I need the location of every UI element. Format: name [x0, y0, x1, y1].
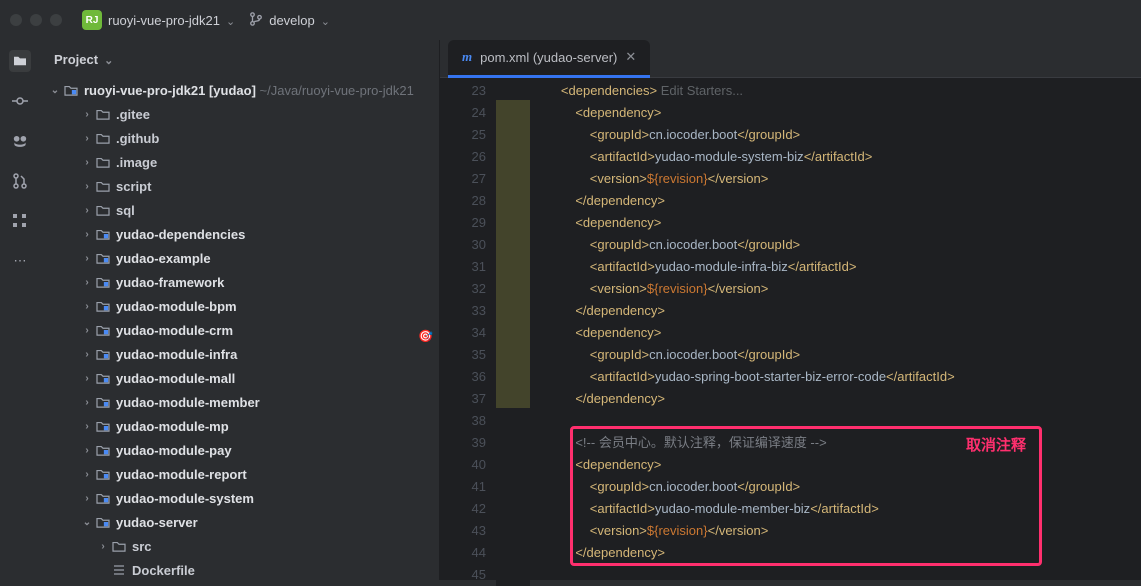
change-stripe [496, 78, 530, 586]
close-icon[interactable]: ✕ [625, 49, 636, 65]
tree-item-yudao-module-bpm[interactable]: ›yudao-module-bpm [40, 294, 439, 318]
tab-label: pom.xml (yudao-server) [480, 50, 617, 65]
pr-tool-icon[interactable] [9, 170, 31, 192]
project-panel-header[interactable]: Project [40, 40, 439, 78]
tree-item-.gitee[interactable]: ›.gitee [40, 102, 439, 126]
tree-item-sql[interactable]: ›sql [40, 198, 439, 222]
branch-icon [249, 12, 263, 29]
branch-name: develop [269, 13, 315, 28]
editor-tab-bar: m pom.xml (yudao-server) ✕ [440, 40, 1141, 78]
close-dot[interactable] [10, 14, 22, 26]
tool-strip: ⋯ [0, 40, 40, 580]
code-area[interactable]: 2324252627282930313233🎯34353637383940414… [440, 78, 1141, 586]
tree-item-script[interactable]: ›script [40, 174, 439, 198]
line-gutter: 2324252627282930313233🎯34353637383940414… [440, 78, 496, 586]
tree-item-yudao-module-system[interactable]: ›yudao-module-system [40, 486, 439, 510]
tree-item-yudao-framework[interactable]: ›yudao-framework [40, 270, 439, 294]
tree-item-yudao-module-mp[interactable]: ›yudao-module-mp [40, 414, 439, 438]
tree-item-src[interactable]: ›src [40, 534, 439, 558]
structure-tool-icon[interactable] [9, 210, 31, 232]
chevron-down-icon [226, 13, 235, 28]
chevron-down-icon [104, 52, 113, 67]
editor-tab[interactable]: m pom.xml (yudao-server) ✕ [448, 40, 650, 78]
tree-item-yudao-module-pay[interactable]: ›yudao-module-pay [40, 438, 439, 462]
title-bar: RJ ruoyi-vue-pro-jdk21 develop [0, 0, 1141, 40]
tree-item-yudao-module-infra[interactable]: ›yudao-module-infra [40, 342, 439, 366]
max-dot[interactable] [50, 14, 62, 26]
tree-item-yudao-module-member[interactable]: ›yudao-module-member [40, 390, 439, 414]
chevron-down-icon [321, 13, 330, 28]
tree-item-yudao-module-crm[interactable]: ›yudao-module-crm [40, 318, 439, 342]
project-tree[interactable]: ⌄ ruoyi-vue-pro-jdk21 [yudao] ~/Java/ruo… [40, 78, 439, 580]
tree-item-Dockerfile[interactable]: Dockerfile [40, 558, 439, 580]
tree-item-yudao-module-report[interactable]: ›yudao-module-report [40, 462, 439, 486]
min-dot[interactable] [30, 14, 42, 26]
branch-selector[interactable]: develop [249, 12, 330, 29]
project-badge: RJ [82, 10, 102, 30]
tree-item-yudao-dependencies[interactable]: ›yudao-dependencies [40, 222, 439, 246]
annotation-label: 取消注释 [966, 434, 1026, 455]
tree-item-yudao-example[interactable]: ›yudao-example [40, 246, 439, 270]
tree-item-.image[interactable]: ›.image [40, 150, 439, 174]
project-selector[interactable]: RJ ruoyi-vue-pro-jdk21 [82, 10, 235, 30]
project-tool-icon[interactable] [9, 50, 31, 72]
editor-area: m pom.xml (yudao-server) ✕ 2324252627282… [440, 40, 1141, 580]
window-controls [10, 14, 62, 26]
panel-title: Project [54, 52, 98, 67]
tree-item-yudao-module-mall[interactable]: ›yudao-module-mall [40, 366, 439, 390]
commit-tool-icon[interactable] [9, 90, 31, 112]
maven-file-icon: m [462, 49, 472, 65]
more-tool-icon[interactable]: ⋯ [9, 250, 31, 272]
tree-item-.github[interactable]: ›.github [40, 126, 439, 150]
tree-root[interactable]: ⌄ ruoyi-vue-pro-jdk21 [yudao] ~/Java/ruo… [40, 78, 439, 102]
tree-item-yudao-server[interactable]: ⌄yudao-server [40, 510, 439, 534]
project-name: ruoyi-vue-pro-jdk21 [108, 13, 220, 28]
copilot-tool-icon[interactable] [9, 130, 31, 152]
code-text[interactable]: 取消注释 <dependencies> Edit Starters... <de… [530, 78, 1141, 586]
project-panel: Project ⌄ ruoyi-vue-pro-jdk21 [yudao] ~/… [40, 40, 440, 580]
